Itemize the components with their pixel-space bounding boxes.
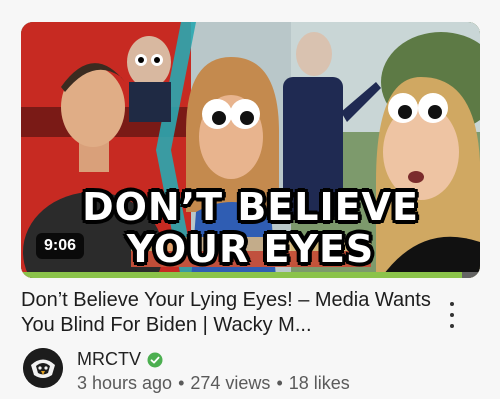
like-count: 18 likes (288, 373, 350, 393)
channel-name[interactable]: MRCTV (77, 349, 141, 370)
meta-separator: • (178, 373, 185, 393)
video-card[interactable]: DON’T BELIEVE YOUR EYES 9:06 Don’t Belie… (0, 0, 500, 399)
thumbnail-headline-line2: YOUR EYES (126, 227, 375, 271)
thumbnail-headline-line1: DON’T BELIEVE (82, 185, 419, 229)
more-options-button[interactable] (440, 300, 464, 330)
more-vert-icon-dot (450, 324, 454, 328)
more-vert-icon-dot (450, 313, 454, 317)
channel-row[interactable]: MRCTV (77, 349, 163, 370)
video-title[interactable]: Don’t Believe Your Lying Eyes! – Media W… (21, 288, 431, 338)
mrctv-eagle-logo-icon (23, 348, 63, 388)
view-count: 274 views (190, 373, 271, 393)
more-vert-icon (450, 302, 454, 306)
video-metadata: 3 hours ago • 274 views • 18 likes (77, 373, 350, 394)
upload-time: 3 hours ago (77, 373, 173, 393)
meta-separator: • (276, 373, 283, 393)
check-circle-icon (147, 352, 163, 367)
watch-progress-bar (21, 272, 480, 278)
video-thumbnail[interactable]: DON’T BELIEVE YOUR EYES 9:06 (21, 22, 480, 278)
channel-avatar[interactable] (23, 348, 63, 388)
duration-badge: 9:06 (36, 233, 85, 259)
watch-progress-fill (21, 272, 462, 278)
